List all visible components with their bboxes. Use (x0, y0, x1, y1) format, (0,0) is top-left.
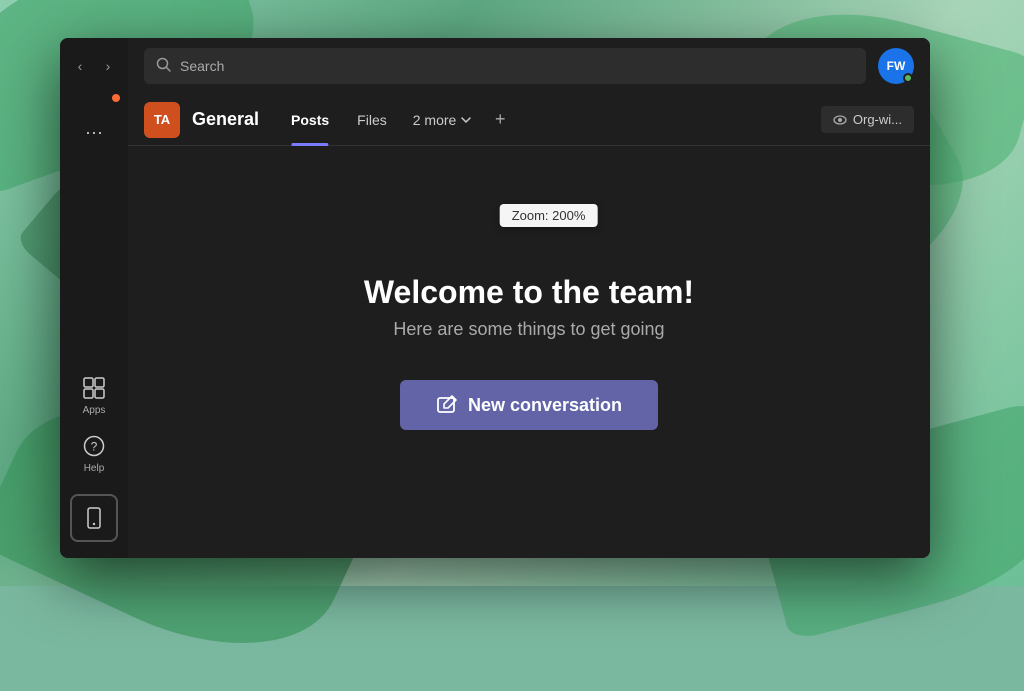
nav-top: ‹ › (60, 46, 128, 90)
chevron-down-icon (460, 114, 472, 126)
tab-files[interactable]: Files (345, 106, 399, 134)
content-area: Zoom: 200% Welcome to the team! Here are… (128, 146, 930, 558)
zoom-tooltip: Zoom: 200% (500, 204, 598, 227)
team-icon: TA (144, 102, 180, 138)
search-box[interactable]: Search (144, 48, 866, 84)
svg-text:?: ? (91, 440, 98, 454)
search-placeholder: Search (180, 58, 224, 74)
forward-button[interactable]: › (96, 54, 120, 78)
apps-label: Apps (83, 405, 106, 416)
help-label: Help (84, 463, 105, 474)
more-options-button[interactable]: ··· (76, 114, 112, 150)
org-wide-button[interactable]: Org-wi... (821, 106, 914, 133)
more-dots-icon: ··· (85, 122, 103, 143)
apps-icon (80, 374, 108, 402)
welcome-heading: Welcome to the team! (364, 274, 694, 311)
channel-name: General (192, 109, 259, 130)
new-conversation-label: New conversation (468, 395, 622, 416)
channel-tabs: Posts Files 2 more + (279, 106, 514, 134)
sidebar-item-help[interactable]: ? Help (60, 424, 128, 482)
back-button[interactable]: ‹ (68, 54, 92, 78)
org-wide-label: Org-wi... (853, 112, 902, 127)
avatar[interactable]: FW (878, 48, 914, 84)
header-right: FW (878, 48, 914, 84)
new-conversation-button[interactable]: New conversation (400, 380, 658, 430)
help-icon: ? (80, 432, 108, 460)
teams-window: ‹ › ··· Apps (60, 38, 930, 558)
sidebar: ‹ › ··· Apps (60, 38, 128, 558)
sidebar-item-apps[interactable]: Apps (60, 366, 128, 424)
tab-posts[interactable]: Posts (279, 106, 341, 134)
avatar-initials: FW (887, 59, 906, 73)
avatar-status (903, 73, 913, 83)
header-bar: Search FW (128, 38, 930, 94)
eye-icon (833, 113, 847, 127)
channel-header: TA General Posts Files 2 more + (128, 94, 930, 146)
notification-dot (112, 94, 120, 102)
phone-button[interactable] (70, 494, 118, 542)
welcome-sub: Here are some things to get going (393, 319, 664, 340)
search-icon (156, 57, 172, 76)
compose-icon (436, 394, 458, 416)
main-area: Search FW TA General Posts Files (128, 38, 930, 558)
tab-more[interactable]: 2 more (403, 106, 483, 134)
add-tab-button[interactable]: + (486, 106, 514, 134)
